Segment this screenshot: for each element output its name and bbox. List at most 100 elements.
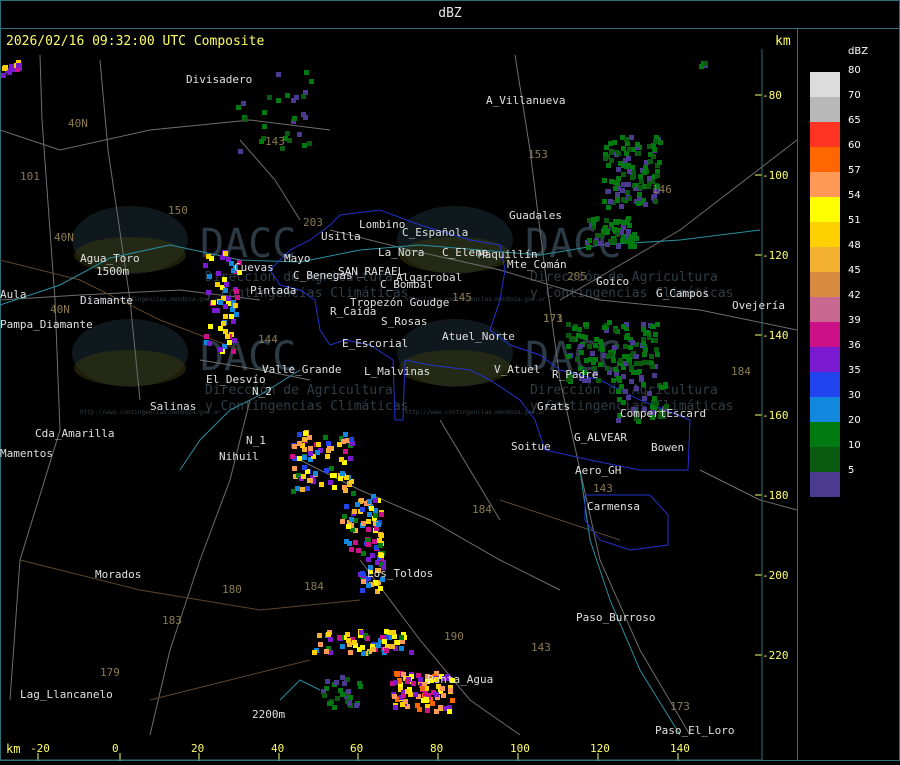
y-tick-label: -200 [762,569,789,582]
radar-echo [291,489,296,494]
radar-echo [227,340,232,345]
radar-echo [329,466,334,471]
place-label: N_2 [252,385,272,398]
radar-echo [415,703,420,708]
radar-echo [441,693,446,698]
place-label: Lag_Llancanelo [20,688,113,701]
radar-echo [629,135,634,140]
radar-map[interactable]: DACC Dirección de Agricultura y Contingenc… [0,29,798,761]
radar-echo [627,169,632,174]
radar-echo [604,218,609,223]
radar-echo [231,319,236,324]
radar-echo [586,245,591,250]
route-number: 171 [543,312,563,325]
place-label: Agua_Toro [80,252,140,265]
route-number: 173 [670,700,690,713]
legend-label: 45 [848,265,861,276]
route-number: 179 [100,666,120,679]
radar-echo [313,471,318,476]
legend-label: 5 [848,465,855,476]
radar-echo [302,437,307,442]
radar-echo [411,681,416,686]
radar-echo [448,688,453,693]
radar-echo [377,538,382,543]
radar-echo [301,474,306,479]
place-label: N_1 [246,434,266,447]
radar-echo [235,295,240,300]
radar-echo [603,156,608,161]
legend-label: 70 [848,90,861,101]
road-line [9,54,61,701]
radar-echo [623,239,628,244]
radar-echo [651,154,656,159]
x-tick-label: 140 [670,742,690,755]
radar-echo [352,640,357,645]
radar-echo [361,579,366,584]
place-label: L_Malvinas [364,365,430,378]
radar-echo [646,184,651,189]
radar-echo [634,386,639,391]
radar-echo [208,324,213,329]
route-number: 184 [731,365,751,378]
place-label: Cda_Amarilla [35,427,114,440]
radar-echo [405,689,410,694]
y-tick-label: -180 [762,489,789,502]
radar-echo [384,629,389,634]
legend-swatch [810,397,840,422]
radar-echo [285,93,290,98]
radar-echo [643,202,648,207]
radar-echo [349,547,354,552]
place-label: R_Caída [330,305,376,318]
radar-echo [595,233,600,238]
radar-echo [621,172,626,177]
route-number: 203 [303,216,323,229]
legend-swatch [810,347,840,372]
radar-echo [637,192,642,197]
river-line [279,679,321,701]
radar-echo [655,352,660,357]
timestamp: 2026/02/16 09:32:00 UTC Composite [6,34,265,49]
radar-echo [638,174,643,179]
radar-echo [342,681,347,686]
radar-echo [626,229,631,234]
radar-echo [234,289,239,294]
radar-echo [703,61,708,66]
radar-echo [226,296,231,301]
radar-echo [423,691,428,696]
radar-echo [399,646,404,651]
radar-echo [382,639,387,644]
radar-echo [584,322,589,327]
radar-echo [2,66,7,71]
legend-label: 48 [848,240,861,251]
radar-echo [616,376,621,381]
radar-echo [650,324,655,329]
radar-echo [591,221,596,226]
radar-echo [598,241,603,246]
legend-swatch [810,97,840,122]
x-tick-label: 0 [112,742,119,755]
radar-echo [648,159,653,164]
route-number: 190 [444,630,464,643]
radar-echo [222,277,227,282]
place-label: 1500m [96,265,129,278]
radar-echo [621,197,626,202]
place-label: Goico [596,275,629,288]
legend-swatch [810,372,840,397]
radar-echo [593,343,598,348]
radar-echo [351,491,356,496]
radar-echo [262,124,267,129]
radar-echo [223,304,228,309]
radar-echo [430,701,435,706]
place-label: Carmensa [587,500,640,513]
radar-echo [613,186,618,191]
legend-label: 36 [848,340,861,351]
y-tick-label: -220 [762,649,789,662]
radar-echo [624,137,629,142]
radar-echo [379,512,384,517]
radar-echo [276,72,281,77]
radar-echo [626,216,631,221]
legend-label: 80 [848,65,861,76]
radar-echo [267,95,272,100]
radar-echo [236,105,241,110]
radar-echo [360,588,365,593]
